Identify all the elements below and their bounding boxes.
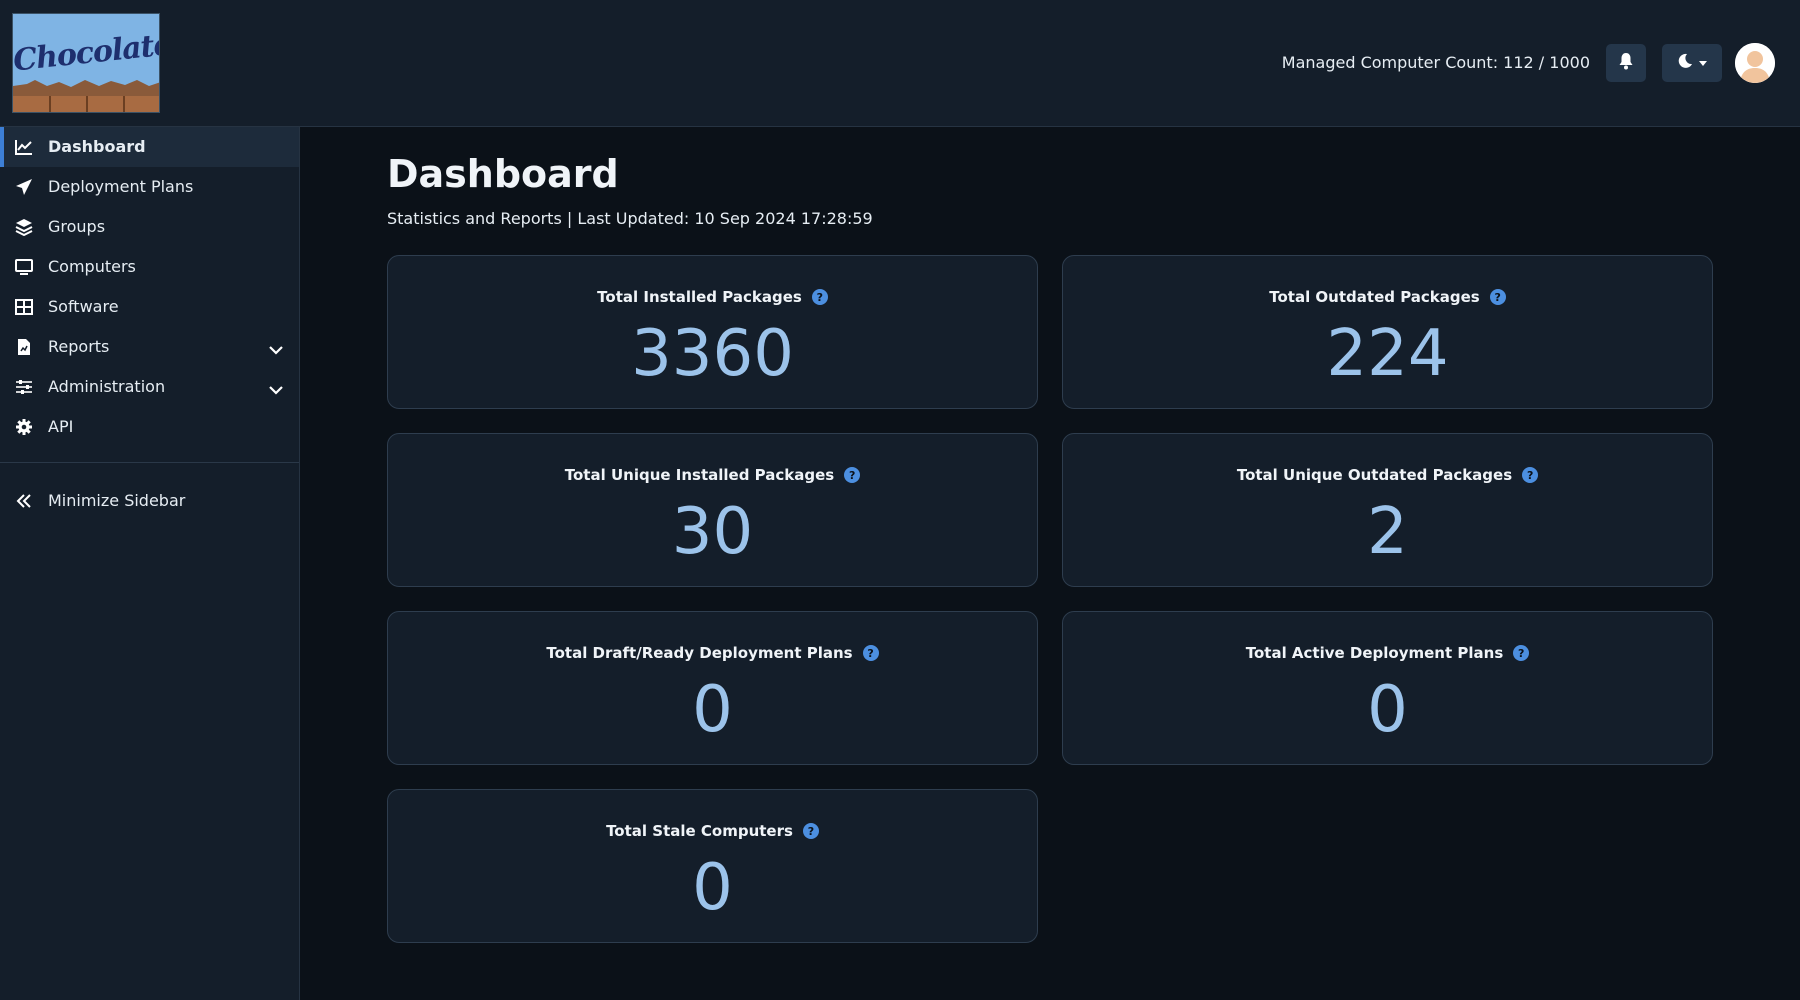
managed-computer-count: Managed Computer Count: 112 / 1000 [1281,53,1590,72]
top-bar: Chocolatey Managed Computer Count: 112 /… [0,0,1800,127]
page-title: Dashboard [387,152,619,196]
stat-card-label: Total Draft/Ready Deployment Plans [546,644,853,662]
help-icon[interactable]: ? [1513,645,1530,661]
help-icon[interactable]: ? [811,289,828,305]
stat-card-value: 30 [671,495,754,569]
stat-card-label: Total Stale Computers [606,822,793,840]
sliders-icon [15,378,33,396]
sidebar-divider [0,462,299,463]
sidebar-item-label: Administration [48,377,166,396]
stat-card-total-outdated-packages: Total Outdated Packages ? 224 [1062,255,1713,409]
help-icon[interactable]: ? [844,467,861,483]
grid-icon [15,298,33,316]
sidebar-item-administration[interactable]: Administration [0,367,299,407]
stat-card-total-unique-installed-packages: Total Unique Installed Packages ? 30 [387,433,1038,587]
sidebar-item-label: Reports [48,337,110,356]
paper-plane-icon [15,178,33,196]
gear-icon [15,418,33,436]
chevron-down-icon [269,380,283,399]
sidebar-item-label: Deployment Plans [48,177,194,196]
sidebar: Dashboard Deployment Plans Groups Comput… [0,127,300,1000]
minimize-sidebar-label: Minimize Sidebar [48,491,186,510]
stat-card-label: Total Unique Installed Packages [564,466,835,484]
notifications-button[interactable] [1606,44,1646,82]
stat-card-total-active-deployment-plans: Total Active Deployment Plans ? 0 [1062,611,1713,765]
sidebar-item-software[interactable]: Software [0,287,299,327]
sidebar-item-groups[interactable]: Groups [0,207,299,247]
stat-card-value: 0 [692,673,733,747]
help-icon[interactable]: ? [1522,467,1539,483]
stat-card-label: Total Active Deployment Plans [1245,644,1504,662]
sidebar-item-label: API [48,417,74,436]
page-subtitle: Statistics and Reports | Last Updated: 1… [387,209,873,228]
user-avatar[interactable] [1735,43,1775,83]
layers-icon [15,218,33,236]
chart-line-icon [15,138,33,156]
sidebar-item-api[interactable]: API [0,407,299,447]
moon-icon [1677,53,1693,73]
minimize-sidebar-button[interactable]: Minimize Sidebar [0,481,299,521]
stat-card-total-draft-ready-deployment-plans: Total Draft/Ready Deployment Plans ? 0 [387,611,1038,765]
stat-card-total-unique-outdated-packages: Total Unique Outdated Packages ? 2 [1062,433,1713,587]
theme-toggle-button[interactable] [1662,44,1722,82]
sidebar-item-deployment-plans[interactable]: Deployment Plans [0,167,299,207]
stat-card-label: Total Unique Outdated Packages [1236,466,1513,484]
stat-card-value: 2 [1367,495,1408,569]
stat-card-value: 224 [1326,317,1449,391]
chevron-down-icon [269,340,283,359]
stat-card-value: 3360 [631,317,794,391]
stat-card-value: 0 [692,851,733,925]
stat-card-label: Total Installed Packages [597,288,802,306]
stat-card-label: Total Outdated Packages [1269,288,1480,306]
sidebar-item-reports[interactable]: Reports [0,327,299,367]
stat-card-value: 0 [1367,673,1408,747]
help-icon[interactable]: ? [1489,289,1506,305]
sidebar-item-label: Dashboard [48,137,146,156]
monitor-icon [15,258,33,276]
chevron-down-icon [1699,60,1707,66]
chocolatey-logo[interactable]: Chocolatey [12,13,160,113]
bell-icon [1618,52,1634,74]
report-file-icon [15,338,33,356]
sidebar-item-label: Groups [48,217,106,236]
sidebar-item-dashboard[interactable]: Dashboard [0,127,299,167]
help-icon[interactable]: ? [802,823,819,839]
double-chevron-left-icon [15,492,33,510]
sidebar-item-computers[interactable]: Computers [0,247,299,287]
stat-card-total-stale-computers: Total Stale Computers ? 0 [387,789,1038,943]
stat-card-total-installed-packages: Total Installed Packages ? 3360 [387,255,1038,409]
help-icon[interactable]: ? [862,645,879,661]
sidebar-item-label: Software [48,297,119,316]
sidebar-item-label: Computers [48,257,136,276]
